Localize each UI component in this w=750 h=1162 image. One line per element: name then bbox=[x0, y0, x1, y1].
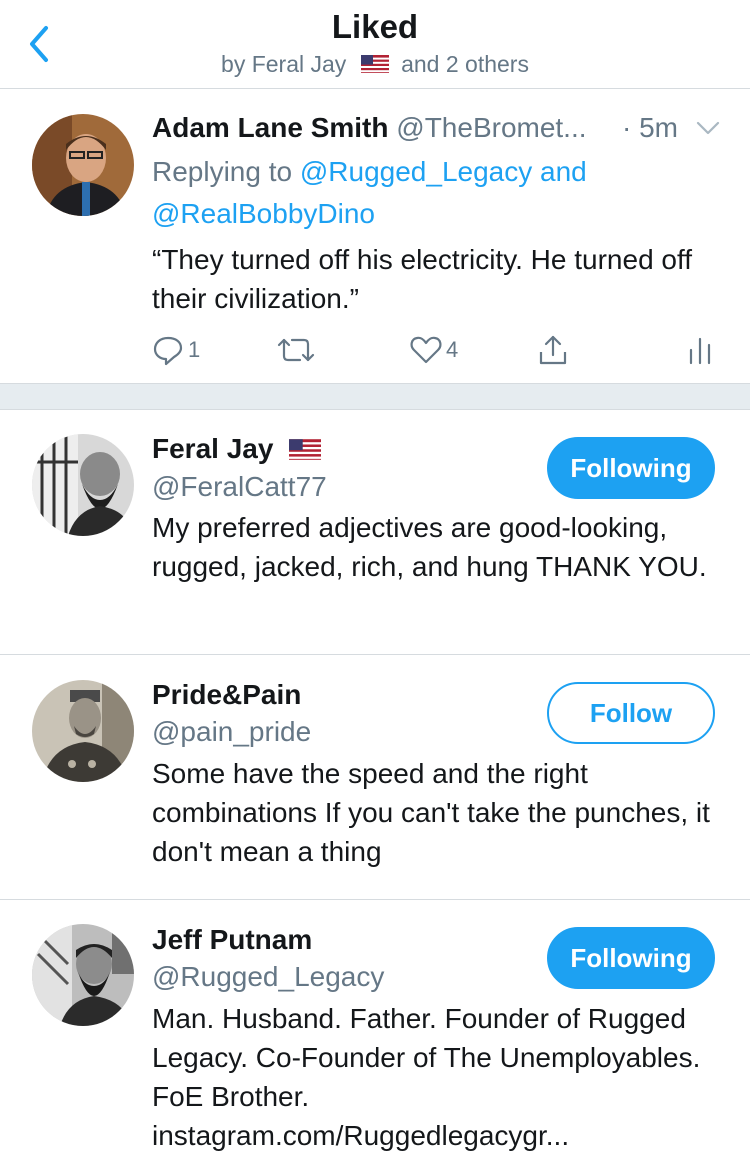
user-bio: My preferred adjectives are good-looking… bbox=[152, 512, 707, 582]
avatar[interactable] bbox=[32, 924, 134, 1026]
us-flag-icon bbox=[360, 55, 389, 74]
like-button[interactable]: 4 bbox=[410, 334, 458, 366]
avatar-photo-icon bbox=[32, 114, 134, 216]
divider bbox=[0, 899, 750, 900]
user-handle: @FeralCatt77 bbox=[152, 471, 327, 502]
reply-and[interactable]: and bbox=[540, 156, 587, 187]
user-name[interactable]: Feral Jay bbox=[152, 433, 327, 465]
reply-count: 1 bbox=[188, 337, 201, 362]
retweet-button[interactable] bbox=[276, 334, 316, 366]
page-subtitle: by Feral Jay and 2 others bbox=[0, 51, 750, 78]
analytics-button[interactable] bbox=[688, 334, 712, 366]
subtitle-prefix: by Feral Jay bbox=[221, 51, 347, 77]
user-handle: @pain_pride bbox=[152, 716, 312, 747]
user-name[interactable]: Pride&Pain bbox=[152, 679, 301, 711]
tweet-text: “They turned off his electricity. He tur… bbox=[152, 244, 693, 314]
us-flag-icon bbox=[289, 438, 322, 460]
retweet-icon bbox=[277, 338, 315, 362]
avatar[interactable] bbox=[32, 680, 134, 782]
share-button[interactable] bbox=[537, 334, 569, 366]
page-title: Liked bbox=[331, 8, 419, 45]
author-handle: @TheBromet... bbox=[396, 112, 587, 143]
following-button[interactable]: Following bbox=[547, 437, 715, 499]
user-handle: @Rugged_Legacy bbox=[152, 961, 385, 992]
reply-context: Replying to @Rugged_Legacy and @RealBobb… bbox=[152, 151, 672, 235]
user-name-text: Feral Jay bbox=[152, 433, 274, 464]
reply-user-link[interactable]: @Rugged_Legacy bbox=[300, 156, 532, 187]
user-bio: Some have the speed and the right combin… bbox=[152, 758, 710, 867]
avatar-photo-icon bbox=[32, 434, 134, 536]
top-nav-bar: Liked by Feral Jay and 2 others bbox=[0, 0, 750, 89]
section-divider bbox=[0, 383, 750, 410]
analytics-icon bbox=[689, 337, 711, 365]
like-count: 4 bbox=[446, 337, 459, 362]
user-bio: Man. Husband. Father. Founder of Rugged … bbox=[152, 1003, 701, 1151]
subtitle-suffix: and 2 others bbox=[401, 51, 529, 77]
avatar-photo-icon bbox=[32, 924, 134, 1026]
reply-prefix: Replying to bbox=[152, 156, 293, 187]
avatar[interactable] bbox=[32, 114, 134, 216]
avatar-photo-icon bbox=[32, 680, 134, 782]
author-name: Adam Lane Smith bbox=[152, 112, 389, 143]
avatar[interactable] bbox=[32, 434, 134, 536]
share-icon bbox=[539, 335, 567, 365]
reply-icon bbox=[153, 336, 183, 366]
follow-button[interactable]: Follow bbox=[547, 682, 715, 744]
tweet-author[interactable]: Adam Lane Smith @TheBromet... bbox=[152, 112, 587, 144]
reply-user-link[interactable]: @RealBobbyDino bbox=[152, 198, 375, 229]
user-name[interactable]: Jeff Putnam bbox=[152, 924, 312, 956]
divider bbox=[0, 654, 750, 655]
tweet-timestamp: · 5m bbox=[622, 112, 678, 143]
heart-icon bbox=[410, 336, 442, 364]
chevron-down-icon[interactable] bbox=[696, 120, 720, 136]
following-button[interactable]: Following bbox=[547, 927, 715, 989]
reply-button[interactable]: 1 bbox=[152, 334, 200, 366]
